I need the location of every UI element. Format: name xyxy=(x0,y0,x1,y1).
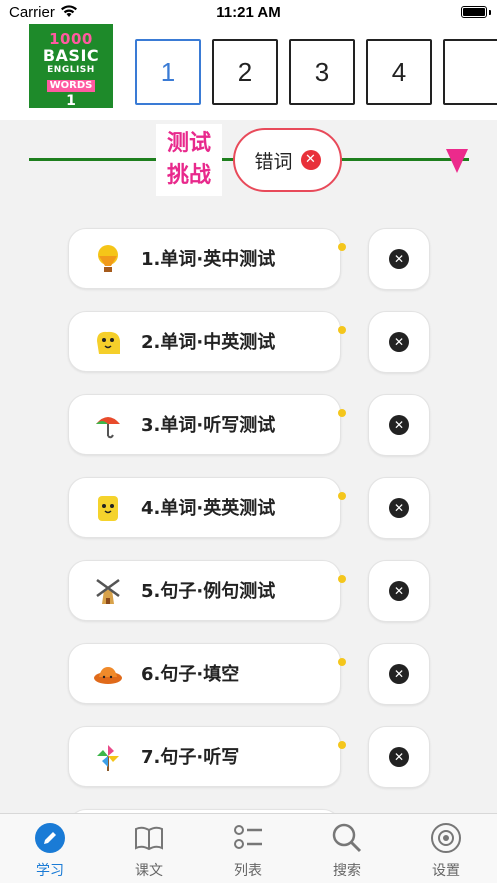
tab-text[interactable]: 课文 xyxy=(114,822,184,880)
hat-icon xyxy=(94,667,122,684)
gear-icon xyxy=(431,823,461,853)
wrong-words-chip[interactable]: 错词 ✕ xyxy=(233,128,342,192)
umbrella-icon xyxy=(96,417,120,439)
status-dot xyxy=(338,409,346,417)
test-challenge-label[interactable]: 测试 挑战 xyxy=(156,124,222,196)
test-item-label: 7.句子·听写 xyxy=(141,747,240,768)
lesson-1-button[interactable]: 1 xyxy=(135,39,201,105)
tab-settings[interactable]: 设置 xyxy=(411,822,481,880)
close-icon: ✕ xyxy=(389,332,409,352)
pencil-icon xyxy=(35,823,65,853)
remove-test-button[interactable]: ✕ xyxy=(368,560,430,622)
clock: 11:21 AM xyxy=(216,4,281,21)
test-challenge-line1: 测试 xyxy=(166,131,211,156)
status-dot xyxy=(338,658,346,666)
logo-line3: ENGLISH xyxy=(47,65,95,75)
battery-icon xyxy=(461,6,487,18)
lesson-5-button[interactable] xyxy=(443,39,497,105)
tab-label: 列表 xyxy=(234,863,262,879)
tab-study[interactable]: 学习 xyxy=(15,822,85,880)
tab-label: 搜索 xyxy=(333,863,361,879)
close-icon: ✕ xyxy=(389,747,409,767)
remove-test-button[interactable]: ✕ xyxy=(368,228,430,290)
remove-test-button[interactable]: ✕ xyxy=(368,477,430,539)
book-logo[interactable]: 1000 BASIC ENGLISH WORDS 1 xyxy=(29,24,113,108)
status-dot xyxy=(338,575,346,583)
yellow-creature-icon xyxy=(97,331,120,354)
logo-line4: WORDS xyxy=(46,80,96,92)
close-icon: ✕ xyxy=(389,581,409,601)
search-icon xyxy=(332,823,362,853)
remove-test-button[interactable]: ✕ xyxy=(368,643,430,705)
lesson-4-button[interactable]: 4 xyxy=(366,39,432,105)
logo-line1: 1000 xyxy=(49,30,93,48)
close-icon: ✕ xyxy=(389,664,409,684)
tab-list[interactable]: 列表 xyxy=(213,822,283,880)
test-item-label: 5.句子·例句测试 xyxy=(141,581,276,602)
close-icon[interactable]: ✕ xyxy=(300,150,321,170)
test-item-label: 2.单词·中英测试 xyxy=(141,332,276,353)
remove-test-button[interactable]: ✕ xyxy=(368,726,430,788)
lesson-2-button[interactable]: 2 xyxy=(212,39,278,105)
logo-line5: 1 xyxy=(66,93,76,109)
remove-test-button[interactable]: ✕ xyxy=(368,394,430,456)
tab-label: 课文 xyxy=(135,863,163,879)
test-item[interactable]: 2.单词·中英测试 xyxy=(68,311,341,372)
test-item[interactable]: 3.单词·听写测试 xyxy=(68,394,341,455)
windmill-icon xyxy=(96,578,120,604)
status-dot xyxy=(338,243,346,251)
test-item[interactable]: 7.句子·听写 xyxy=(68,726,341,787)
header: 1000 BASIC ENGLISH WORDS 1 1 2 3 4 xyxy=(0,24,497,120)
hot-air-balloon-icon xyxy=(98,245,118,272)
lesson-3-button[interactable]: 3 xyxy=(289,39,355,105)
tab-search[interactable]: 搜索 xyxy=(312,822,382,880)
test-challenge-line2: 挑战 xyxy=(166,163,211,188)
status-dot xyxy=(338,492,346,500)
test-item[interactable]: 4.单词·英英测试 xyxy=(68,477,341,538)
tab-label: 学习 xyxy=(36,863,64,879)
list-icon xyxy=(234,825,262,849)
test-item[interactable]: 6.句子·填空 xyxy=(68,643,341,704)
yellow-block-icon xyxy=(98,496,118,521)
book-icon xyxy=(135,826,163,851)
dropdown-triangle-icon[interactable] xyxy=(446,149,468,173)
status-bar: Carrier 11:21 AM xyxy=(0,0,497,24)
test-item[interactable]: 1.单词·英中测试 xyxy=(68,228,341,289)
test-item-label: 6.句子·填空 xyxy=(141,664,240,685)
pinwheel-icon xyxy=(97,745,119,771)
test-item-label: 1.单词·英中测试 xyxy=(141,249,276,270)
tab-bar: 学习 课文 列表 搜索 设置 xyxy=(0,813,497,883)
status-dot xyxy=(338,326,346,334)
close-icon: ✕ xyxy=(389,249,409,269)
close-icon: ✕ xyxy=(389,415,409,435)
test-item[interactable]: 5.句子·例句测试 xyxy=(68,560,341,621)
test-item-label: 3.单词·听写测试 xyxy=(141,415,276,436)
status-dot xyxy=(338,741,346,749)
remove-test-button[interactable]: ✕ xyxy=(368,311,430,373)
close-icon: ✕ xyxy=(389,498,409,518)
wrong-words-label: 错词 xyxy=(254,150,293,173)
logo-line2: BASIC xyxy=(42,46,100,65)
test-item-label: 4.单词·英英测试 xyxy=(141,498,276,519)
tab-label: 设置 xyxy=(432,863,460,879)
